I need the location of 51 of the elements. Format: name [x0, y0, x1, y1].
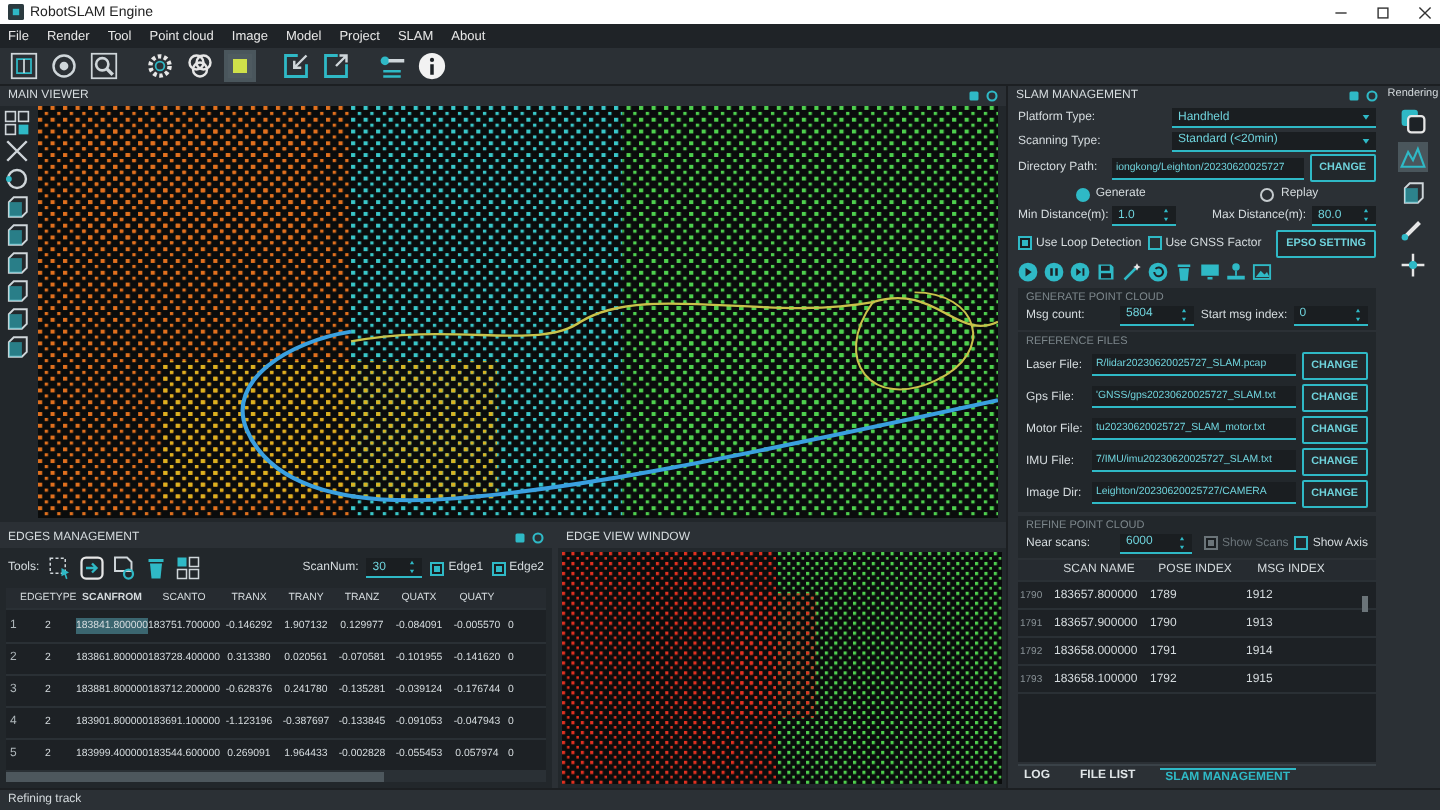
spinner-arrows-icon[interactable] — [1177, 535, 1186, 549]
skip-icon[interactable] — [1070, 262, 1090, 282]
select-icon[interactable] — [47, 556, 72, 580]
cube-icon[interactable] — [4, 306, 30, 332]
cube-icon[interactable] — [4, 194, 30, 220]
grid-icon[interactable] — [4, 110, 30, 136]
export-icon[interactable] — [320, 50, 352, 82]
undo-icon[interactable] — [1148, 262, 1168, 282]
play-icon[interactable] — [1018, 262, 1038, 282]
cube-icon[interactable] — [4, 250, 30, 276]
wand-icon[interactable] — [1122, 262, 1142, 282]
spinner-arrows-icon[interactable] — [1162, 208, 1170, 222]
enter-icon[interactable] — [79, 556, 104, 580]
cube-icon[interactable] — [4, 278, 30, 304]
layers-icon[interactable] — [1398, 106, 1428, 136]
cube-icon[interactable] — [4, 334, 30, 360]
zoom-icon[interactable] — [88, 50, 120, 82]
float-icon[interactable] — [514, 532, 526, 544]
info-icon[interactable] — [416, 50, 448, 82]
trash-icon[interactable] — [143, 556, 168, 580]
gear-icon[interactable] — [144, 50, 176, 82]
spinner-arrows-icon[interactable] — [408, 560, 417, 574]
orbit-icon[interactable] — [4, 166, 30, 192]
save-icon[interactable] — [1096, 262, 1116, 282]
grid-add-icon[interactable] — [175, 556, 200, 580]
close-icon[interactable] — [1418, 5, 1432, 19]
image-icon[interactable] — [1252, 262, 1272, 282]
float-icon[interactable] — [968, 90, 980, 102]
trash-icon[interactable] — [1174, 262, 1194, 282]
circles-icon[interactable] — [184, 50, 216, 82]
spinner-arrows-icon[interactable] — [1180, 307, 1189, 321]
close-icon[interactable] — [1366, 90, 1378, 102]
close-icon[interactable] — [532, 532, 544, 544]
maximize-icon[interactable] — [1376, 5, 1390, 19]
cube-icon[interactable] — [4, 222, 30, 248]
expand-icon[interactable] — [4, 138, 30, 164]
monitor-icon[interactable] — [1200, 262, 1220, 282]
scrollbar-thumb[interactable] — [6, 772, 384, 782]
close-icon[interactable] — [986, 90, 998, 102]
document-gear-icon[interactable] — [111, 556, 136, 580]
node-icon[interactable] — [1398, 250, 1428, 280]
float-icon[interactable] — [1348, 90, 1360, 102]
target-icon[interactable] — [48, 50, 80, 82]
spinner-arrows-icon[interactable] — [1362, 208, 1370, 222]
spinner-arrows-icon[interactable] — [1354, 307, 1362, 321]
import-icon[interactable] — [280, 50, 312, 82]
app-icon — [8, 4, 24, 20]
cube-icon[interactable] — [1398, 178, 1428, 208]
pause-icon[interactable] — [1044, 262, 1064, 282]
scrollbar-thumb[interactable] — [1362, 596, 1368, 612]
frame-icon[interactable] — [8, 50, 40, 82]
